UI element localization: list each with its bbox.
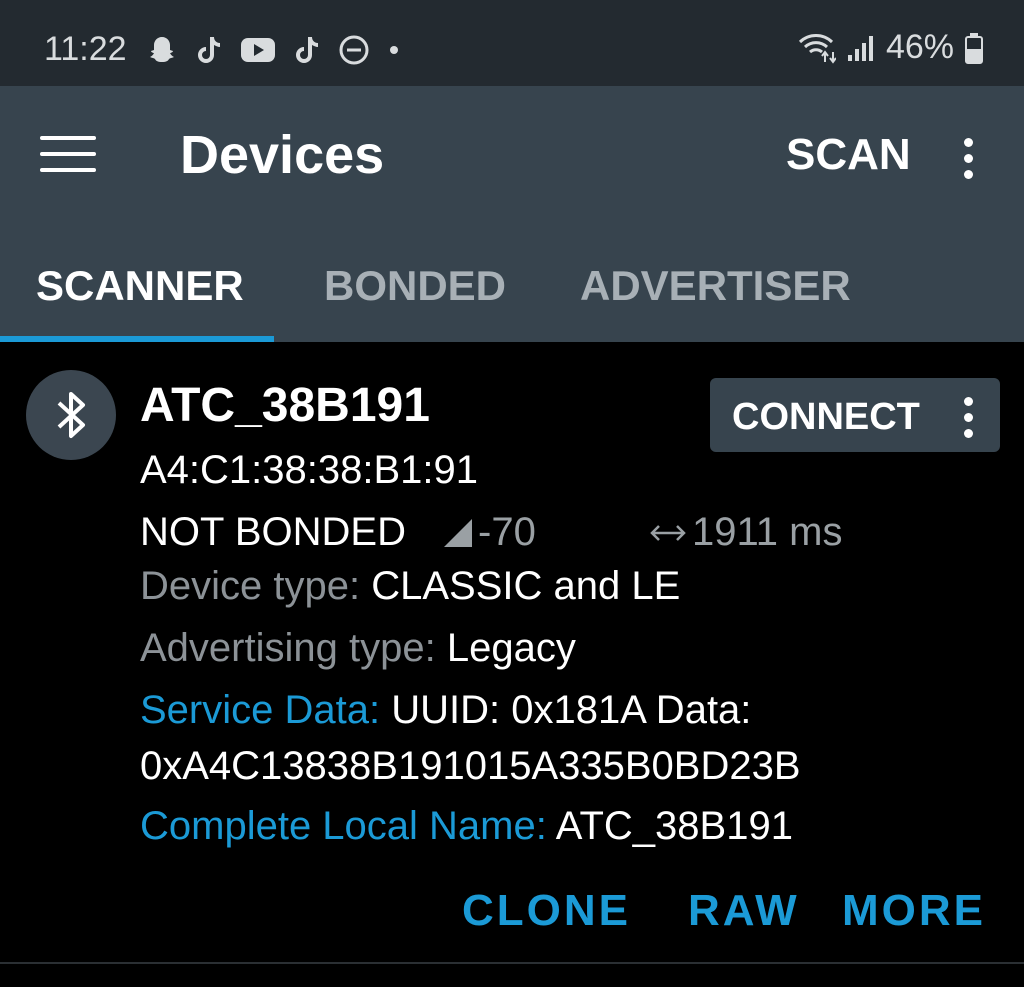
status-time: 11:22: [44, 30, 127, 68]
app-bar: Devices SCAN SCANNER BONDED ADVERTISER: [0, 86, 1024, 343]
interval-arrows-icon: [650, 524, 686, 541]
dot-icon: [390, 46, 398, 54]
advertising-type-row: Advertising type: Legacy: [140, 626, 576, 671]
more-button[interactable]: MORE: [842, 886, 986, 936]
rssi-value: -70: [478, 510, 536, 554]
notification-icons: [146, 34, 400, 66]
service-data-hex: 0xA4C13838B191015A335B0BD23B: [140, 744, 801, 788]
tab-bar: SCANNER BONDED ADVERTISER: [0, 262, 1024, 342]
list-divider: [0, 962, 1024, 964]
do-not-disturb-icon: [339, 35, 369, 65]
rssi: -70: [442, 510, 536, 555]
clone-button[interactable]: CLONE: [462, 886, 631, 936]
service-data-row: Service Data: UUID: 0x181A Data:: [140, 688, 751, 733]
device-type-label: Device type:: [140, 564, 361, 608]
hamburger-menu-icon[interactable]: [40, 136, 96, 176]
signal-icon: [847, 35, 873, 61]
interval-value: 1911 ms: [692, 510, 843, 554]
page-title: Devices: [180, 125, 385, 185]
signal-strength-icon: [444, 518, 472, 547]
device-name: ATC_38B191: [140, 379, 430, 432]
device-type-row: Device type: CLASSIC and LE: [140, 564, 680, 609]
battery-icon: [965, 32, 983, 64]
status-bar: 11:22 46%: [0, 0, 1024, 86]
wifi-icon: [798, 33, 836, 64]
scan-button[interactable]: SCAN: [786, 130, 911, 180]
battery-percent: 46%: [885, 28, 954, 66]
tiktok-icon: [198, 37, 220, 63]
bond-state: NOT BONDED: [140, 510, 406, 554]
connect-button[interactable]: CONNECT: [710, 378, 1000, 452]
youtube-icon: [241, 38, 275, 62]
device-mac: A4:C1:38:38:B1:91: [140, 448, 479, 492]
service-data-value: UUID: 0x181A Data:: [391, 688, 752, 732]
device-overflow-icon[interactable]: [964, 397, 973, 438]
adv-interval: 1911 ms: [650, 510, 842, 555]
advertising-type-label: Advertising type:: [140, 626, 436, 670]
tab-bonded[interactable]: BONDED: [324, 262, 506, 310]
tiktok-icon: [296, 37, 318, 63]
device-type-value: CLASSIC and LE: [371, 564, 681, 608]
snapchat-icon: [150, 37, 174, 62]
tab-advertiser[interactable]: ADVERTISER: [580, 262, 851, 310]
tab-scanner[interactable]: SCANNER: [36, 262, 244, 310]
local-name-label: Complete Local Name:: [140, 804, 547, 848]
bluetooth-icon: [26, 370, 116, 460]
connect-label: CONNECT: [732, 396, 920, 438]
advertising-type-value: Legacy: [446, 626, 576, 670]
local-name-row: Complete Local Name: ATC_38B191: [140, 804, 793, 849]
overflow-menu-icon[interactable]: [964, 138, 973, 179]
raw-button[interactable]: RAW: [688, 886, 800, 936]
system-status: 46%: [796, 28, 984, 67]
local-name-value: ATC_38B191: [555, 804, 793, 848]
service-data-label: Service Data:: [140, 688, 381, 732]
device-list: ATC_38B191 CONNECT A4:C1:38:38:B1:91 NOT…: [0, 342, 1024, 987]
